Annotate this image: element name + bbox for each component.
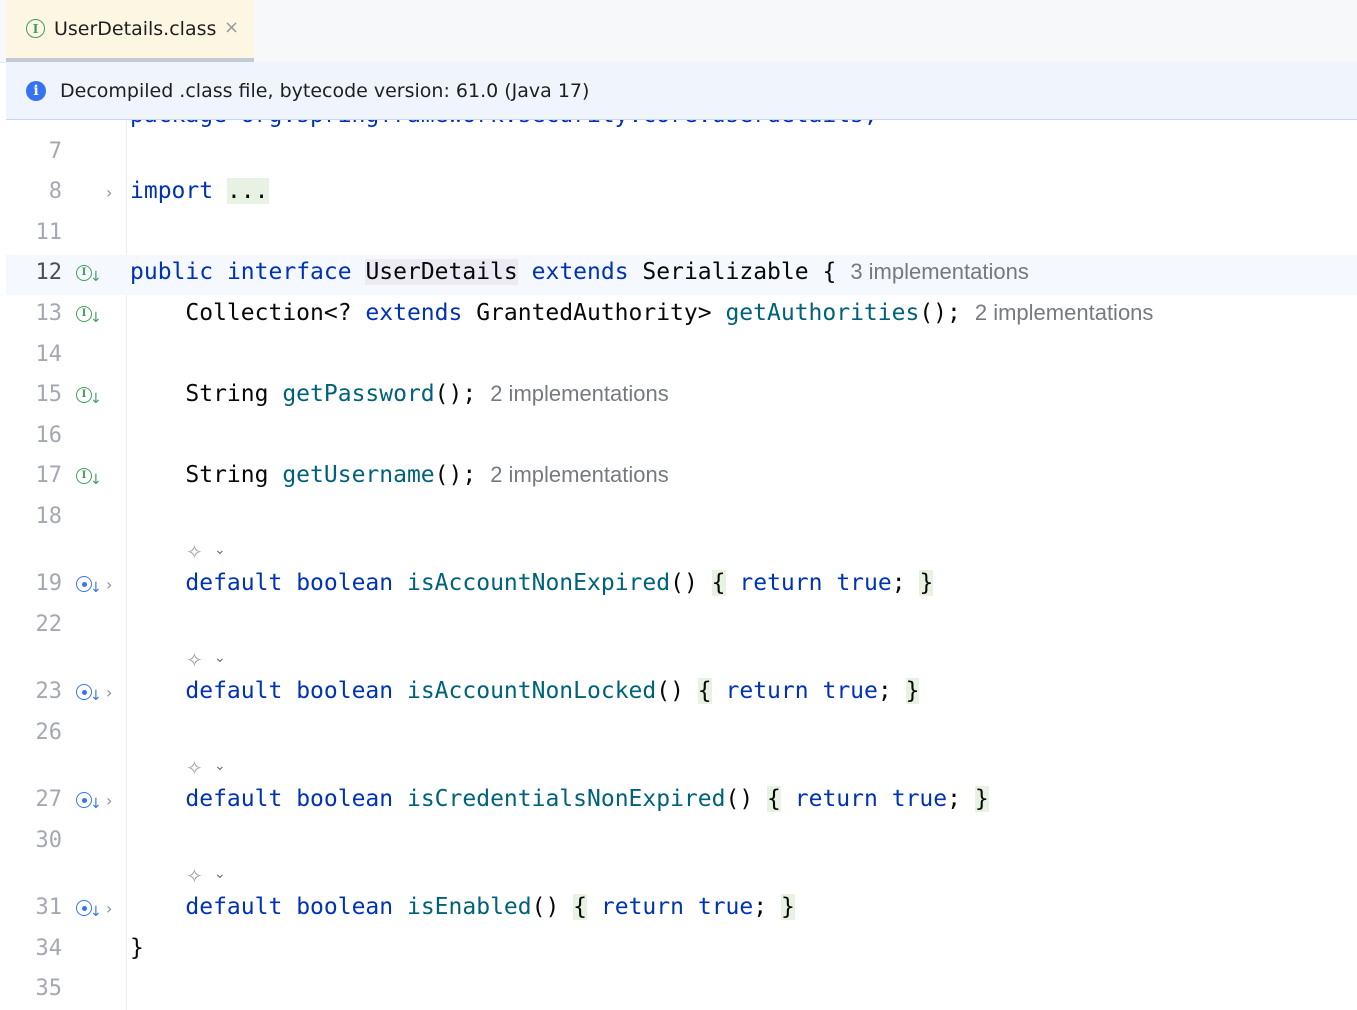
code-line-13: 13 I ↓ Collection<? extends GrantedAutho…	[6, 296, 1357, 336]
chevron-down-icon: ⌄	[214, 650, 226, 666]
ai-assistant-icon: ✧	[186, 864, 203, 888]
down-arrow-icon: ↓	[90, 310, 102, 326]
down-arrow-icon: ↓	[90, 580, 102, 596]
code-text: package org.springframework.security.cor…	[130, 120, 878, 128]
line-number: 8	[48, 179, 62, 204]
line-number: 30	[35, 828, 63, 853]
down-arrow-icon: ↓	[90, 269, 102, 285]
line-number: 7	[48, 139, 62, 164]
code-line-22: 22	[6, 607, 1357, 647]
code-line-12: 12 I ↓ public interface UserDetails exte…	[6, 255, 1357, 295]
down-arrow-icon: ↓	[90, 796, 102, 812]
line-number: 11	[35, 220, 63, 245]
ai-action-inlay[interactable]: ✧ ⌄	[186, 538, 246, 564]
line-number: 27	[35, 787, 63, 812]
ai-action-inlay[interactable]: ✧ ⌄	[186, 646, 246, 672]
chevron-down-icon: ⌄	[214, 866, 226, 882]
code-text: default boolean isAccountNonExpired() { …	[185, 570, 934, 596]
fold-chevron-icon[interactable]: ›	[106, 575, 112, 594]
chevron-down-icon: ⌄	[214, 542, 226, 558]
code-line-19: 19 ↓ › default boolean isAccountNonExpir…	[6, 566, 1357, 606]
code-line-31: 31 ↓ › default boolean isEnabled() { ret…	[6, 890, 1357, 930]
code-line-23: 23 ↓ › default boolean isAccountNonLocke…	[6, 674, 1357, 714]
fold-chevron-icon[interactable]: ›	[106, 899, 112, 918]
code-line-35: 35	[6, 971, 1357, 1010]
line-number: 23	[35, 679, 63, 704]
line-number: 13	[35, 301, 63, 326]
line-number: 35	[35, 976, 63, 1001]
close-icon[interactable]: ×	[224, 17, 239, 38]
code-text: String getPassword(); 2 implementations	[185, 381, 669, 407]
editor-tab-bar: I UserDetails.class ×	[0, 0, 1357, 63]
down-arrow-icon: ↓	[90, 472, 102, 488]
line-number: 31	[35, 895, 63, 920]
down-arrow-icon: ↓	[90, 904, 102, 920]
implementations-hint[interactable]: 2 implementations	[490, 381, 669, 406]
line-number: 16	[35, 423, 63, 448]
line-number: 15	[35, 382, 63, 407]
code-line-26: 26	[6, 715, 1357, 755]
code-text: }	[130, 935, 144, 961]
code-line-15: 15 I ↓ String getPassword(); 2 implementa…	[6, 377, 1357, 417]
code-line-27: 27 ↓ › default boolean isCredentialsNonE…	[6, 782, 1357, 822]
line-number: 34	[35, 936, 63, 961]
code-line-30: 30	[6, 823, 1357, 863]
code-line-8: 8 › import ...	[6, 174, 1357, 214]
code-line-34: 34 }	[6, 931, 1357, 971]
implementations-hint[interactable]: 2 implementations	[490, 462, 669, 487]
ai-assistant-icon: ✧	[186, 648, 203, 672]
line-number: 17	[35, 463, 63, 488]
fold-chevron-icon[interactable]: ›	[106, 683, 112, 702]
info-icon: i	[26, 81, 46, 101]
implementations-hint[interactable]: 3 implementations	[850, 259, 1029, 284]
line-number: 26	[35, 720, 63, 745]
code-editor[interactable]: package org.springframework.security.cor…	[6, 120, 1357, 1010]
line-number: 18	[35, 504, 63, 529]
ai-assistant-icon: ✧	[186, 756, 203, 780]
decompiled-notice-banner: i Decompiled .class file, bytecode versi…	[6, 62, 1357, 120]
code-text: String getUsername(); 2 implementations	[185, 462, 669, 488]
line-number: 19	[35, 571, 63, 596]
fold-chevron-icon[interactable]: ›	[106, 791, 112, 810]
code-text: import ...	[130, 178, 269, 204]
code-text: default boolean isAccountNonLocked() { r…	[185, 678, 920, 704]
code-text: default boolean isEnabled() { return tru…	[185, 894, 795, 920]
code-line-7: 7	[6, 134, 1357, 174]
down-arrow-icon: ↓	[90, 391, 102, 407]
line-number: 22	[35, 612, 63, 637]
fold-chevron-icon[interactable]: ›	[106, 183, 112, 202]
banner-text: Decompiled .class file, bytecode version…	[60, 80, 590, 102]
code-line-18: 18	[6, 499, 1357, 539]
tab-userdetails-class[interactable]: I UserDetails.class ×	[6, 0, 254, 62]
code-text: public interface UserDetails extends Ser…	[130, 259, 1029, 285]
code-line-14: 14	[6, 337, 1357, 377]
code-line-11: 11	[6, 215, 1357, 255]
ai-action-inlay[interactable]: ✧ ⌄	[186, 754, 246, 780]
down-arrow-icon: ↓	[90, 688, 102, 704]
code-text: Collection<? extends GrantedAuthority> g…	[185, 300, 1154, 326]
ai-action-inlay[interactable]: ✧ ⌄	[186, 862, 246, 888]
folded-imports[interactable]: ...	[226, 178, 269, 204]
code-line-17: 17 I ↓ String getUsername(); 2 implementa…	[6, 458, 1357, 498]
interface-icon: I	[26, 19, 45, 38]
line-number: 14	[35, 342, 63, 367]
tab-label: UserDetails.class	[54, 18, 217, 40]
ai-assistant-icon: ✧	[186, 540, 203, 564]
implementations-hint[interactable]: 2 implementations	[975, 300, 1154, 325]
line-number: 12	[35, 260, 63, 285]
chevron-down-icon: ⌄	[214, 758, 226, 774]
code-text: default boolean isCredentialsNonExpired(…	[185, 786, 989, 812]
code-line-16: 16	[6, 418, 1357, 458]
